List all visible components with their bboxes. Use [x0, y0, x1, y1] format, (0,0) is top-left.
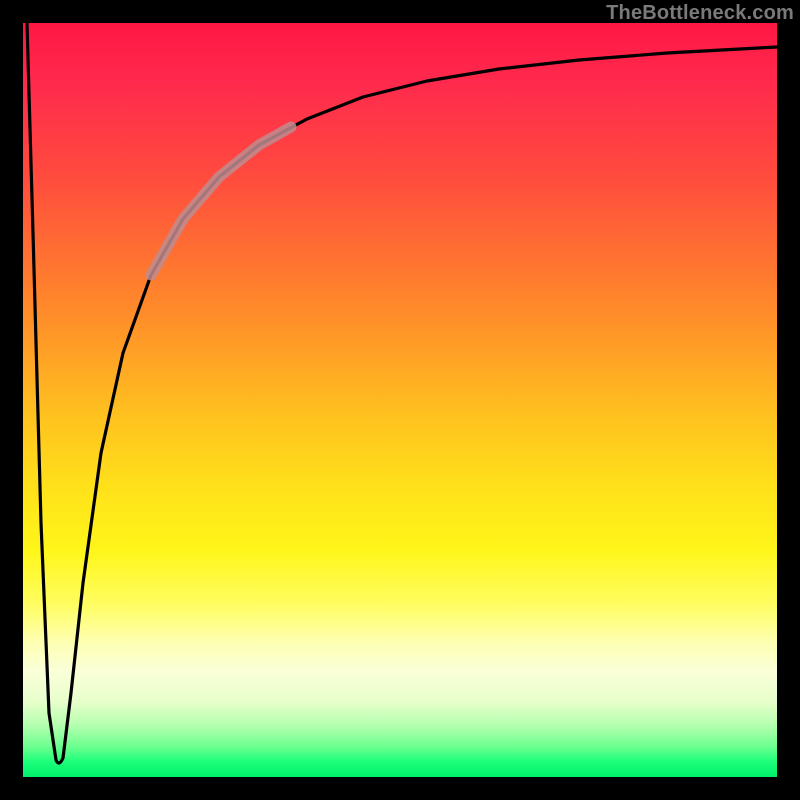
curve-layer	[23, 23, 777, 777]
highlight-segment	[151, 127, 291, 275]
watermark-text: TheBottleneck.com	[606, 2, 794, 25]
plot-area	[23, 23, 777, 777]
chart-frame: TheBottleneck.com	[0, 0, 800, 800]
main-curve	[27, 23, 777, 763]
